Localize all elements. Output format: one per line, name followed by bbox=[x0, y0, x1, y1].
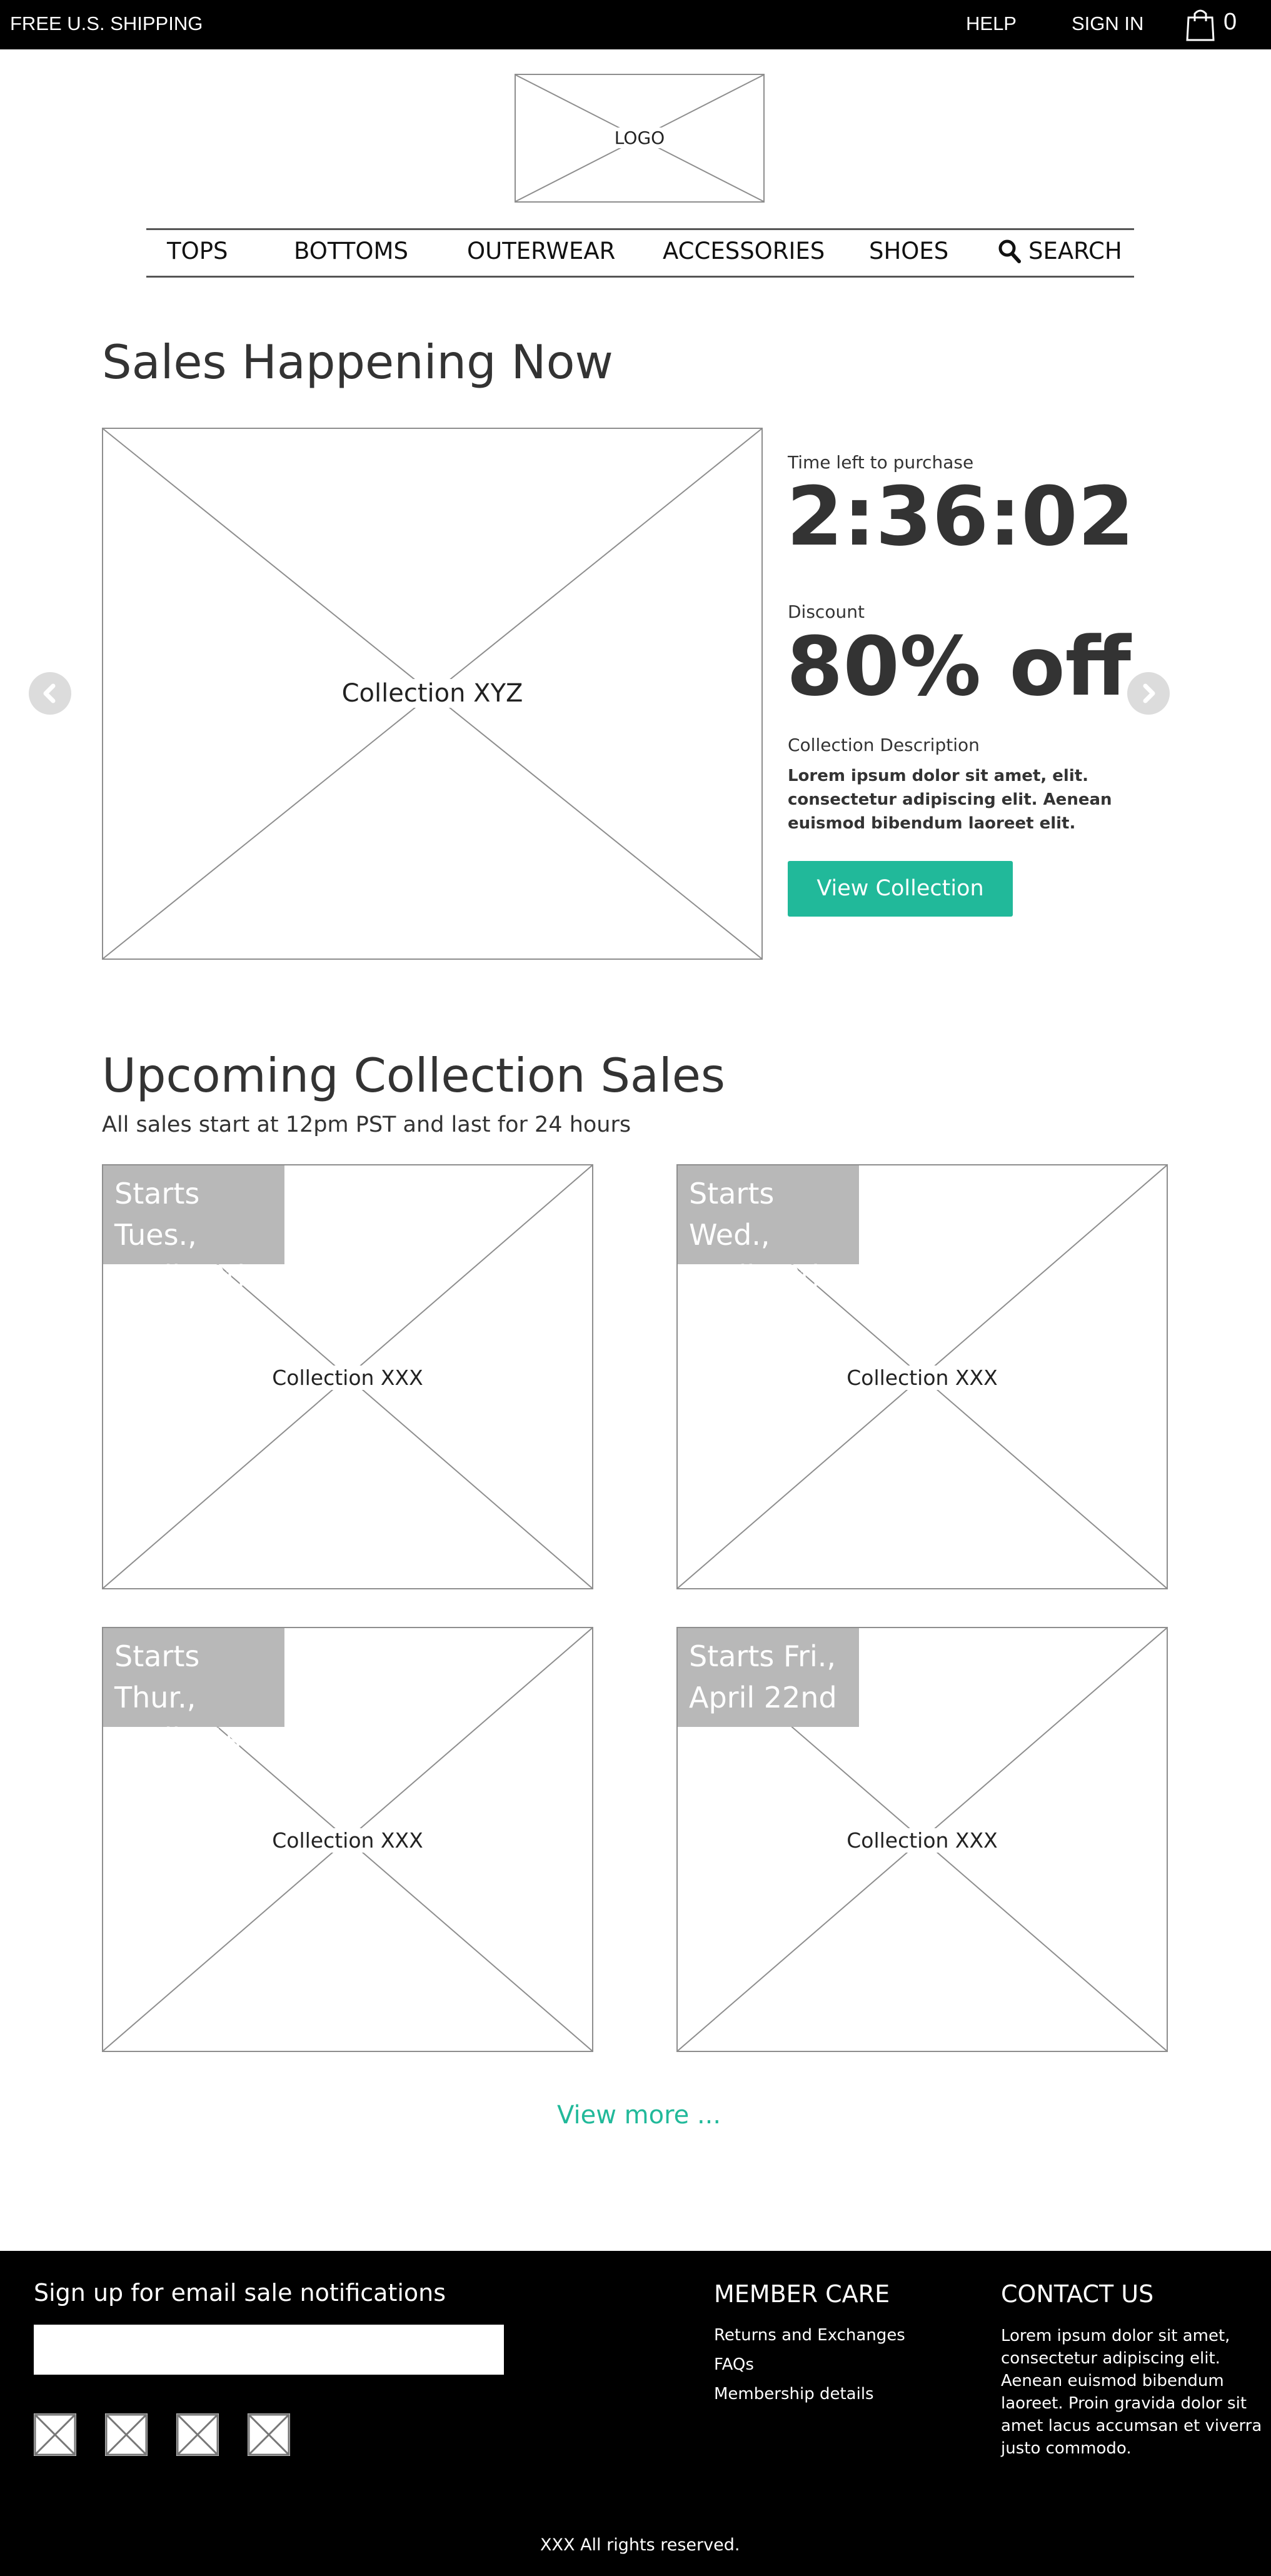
social-icon-placeholder[interactable] bbox=[34, 2413, 76, 2456]
email-input[interactable] bbox=[34, 2325, 504, 2375]
nav-bottom-rule bbox=[146, 276, 1134, 278]
social-icon-placeholder[interactable] bbox=[248, 2413, 290, 2456]
description-line: euismod bibendum laoreet elit. bbox=[788, 814, 1076, 833]
start-date-day: Starts Wed., bbox=[689, 1177, 775, 1252]
collection-card[interactable]: Starts Fri., April 22nd Collection XXX bbox=[676, 1627, 1168, 2052]
sales-now-title: Sales Happening Now bbox=[102, 335, 613, 390]
logo[interactable]: LOGO bbox=[515, 74, 765, 203]
search-icon[interactable] bbox=[998, 239, 1021, 263]
collection-description: Lorem ipsum dolor sit amet, elit. consec… bbox=[788, 764, 1112, 835]
start-date-day: Starts Thur., bbox=[114, 1639, 200, 1714]
contact-line: amet lacus accumsan et viverra bbox=[1001, 2417, 1262, 2435]
featured-collection-label: Collection XYZ bbox=[103, 679, 761, 708]
chevron-left-icon bbox=[43, 683, 56, 703]
nav-item-tops[interactable]: TOPS bbox=[167, 238, 228, 264]
start-date-badge: Starts Thur., April 21st bbox=[103, 1628, 284, 1756]
nav-top-rule bbox=[146, 228, 1134, 230]
carousel-next-button[interactable] bbox=[1127, 672, 1170, 715]
nav-item-bottoms[interactable]: BOTTOMS bbox=[294, 238, 408, 264]
help-link[interactable]: HELP bbox=[966, 13, 1017, 35]
collection-card-label: Collection XXX bbox=[103, 1366, 592, 1390]
description-line: consectetur adipiscing elit. Aenean bbox=[788, 790, 1112, 809]
contact-us-title: CONTACT US bbox=[1001, 2280, 1154, 2308]
faqs-link[interactable]: FAQs bbox=[714, 2355, 754, 2374]
start-date-date: April 22nd bbox=[689, 1681, 837, 1714]
logo-text: LOGO bbox=[516, 128, 763, 148]
sign-in-link[interactable]: SIGN IN bbox=[1072, 13, 1143, 35]
view-more-link[interactable]: View more ... bbox=[557, 2101, 721, 2130]
contact-line: Aenean euismod bibendum bbox=[1001, 2372, 1224, 2390]
start-date-day: Starts Tues., bbox=[114, 1177, 200, 1252]
collection-card[interactable]: Starts Wed., April 20th Collection XXX bbox=[676, 1164, 1168, 1589]
featured-collection-image[interactable]: Collection XYZ bbox=[102, 428, 763, 960]
collection-card-label: Collection XXX bbox=[103, 1828, 592, 1853]
contact-line: laoreet. Proin gravida dolor sit bbox=[1001, 2394, 1247, 2413]
nav-search-label[interactable]: SEARCH bbox=[1028, 238, 1122, 264]
countdown-timer: 2:36:02 bbox=[786, 469, 1135, 564]
upcoming-subtitle: All sales start at 12pm PST and last for… bbox=[102, 1112, 631, 1137]
view-collection-button[interactable]: View Collection bbox=[788, 861, 1013, 917]
discount-value: 80% off bbox=[786, 619, 1132, 714]
social-icon-placeholder[interactable] bbox=[176, 2413, 219, 2456]
email-signup-title: Sign up for email sale notifications bbox=[34, 2279, 446, 2307]
start-date-date: April 19th bbox=[114, 1259, 256, 1293]
collection-card-label: Collection XXX bbox=[678, 1828, 1167, 1853]
membership-details-link[interactable]: Membership details bbox=[714, 2385, 874, 2403]
cart-count[interactable]: 0 bbox=[1223, 9, 1237, 36]
upcoming-title: Upcoming Collection Sales bbox=[102, 1048, 725, 1103]
chevron-right-icon bbox=[1143, 683, 1155, 703]
footer: Sign up for email sale notifications MEM… bbox=[0, 2251, 1271, 2576]
nav-item-accessories[interactable]: ACCESSORIES bbox=[663, 238, 825, 264]
nav-item-outerwear[interactable]: OUTERWEAR bbox=[467, 238, 615, 264]
contact-line: justo commodo. bbox=[1001, 2439, 1132, 2458]
member-care-title: MEMBER CARE bbox=[714, 2280, 890, 2308]
start-date-badge: Starts Fri., April 22nd bbox=[678, 1628, 859, 1727]
shopping-bag-icon[interactable] bbox=[1185, 6, 1216, 41]
start-date-date: April 21st bbox=[114, 1722, 253, 1756]
collection-card[interactable]: Starts Tues., April 19th Collection XXX bbox=[102, 1164, 593, 1589]
contact-text: Lorem ipsum dolor sit amet, consectetur … bbox=[1001, 2325, 1262, 2460]
contact-line: Lorem ipsum dolor sit amet, bbox=[1001, 2327, 1230, 2345]
start-date-date: April 20th bbox=[689, 1259, 830, 1293]
carousel-prev-button[interactable] bbox=[29, 672, 71, 715]
social-icon-placeholder[interactable] bbox=[105, 2413, 148, 2456]
start-date-badge: Starts Wed., April 20th bbox=[678, 1165, 859, 1293]
nav-item-shoes[interactable]: SHOES bbox=[869, 238, 948, 264]
collection-card[interactable]: Starts Thur., April 21st Collection XXX bbox=[102, 1627, 593, 2052]
collection-card-label: Collection XXX bbox=[678, 1366, 1167, 1390]
start-date-badge: Starts Tues., April 19th bbox=[103, 1165, 284, 1293]
top-bar: FREE U.S. SHIPPING HELP SIGN IN 0 bbox=[0, 0, 1271, 49]
copyright-text: XXX All rights reserved. bbox=[540, 2535, 740, 2555]
contact-line: consectetur adipiscing elit. bbox=[1001, 2349, 1220, 2368]
returns-link[interactable]: Returns and Exchanges bbox=[714, 2326, 905, 2345]
collection-description-label: Collection Description bbox=[788, 735, 980, 755]
start-date-day: Starts Fri., bbox=[689, 1639, 836, 1673]
description-line: Lorem ipsum dolor sit amet, elit. bbox=[788, 767, 1089, 785]
free-shipping-text: FREE U.S. SHIPPING bbox=[10, 13, 203, 34]
